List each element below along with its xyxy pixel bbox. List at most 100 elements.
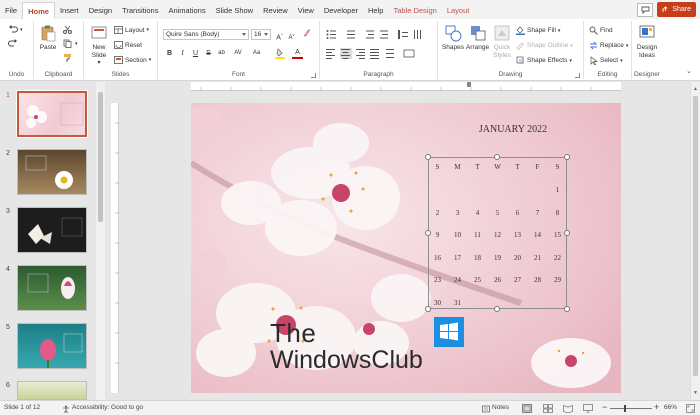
slide-scroll-thumb[interactable] (693, 96, 698, 376)
shapes-button[interactable]: Shapes (441, 24, 465, 51)
font-color-button[interactable]: A (292, 48, 303, 59)
increase-font-icon[interactable]: A^ (274, 29, 285, 41)
slide-thumbnail-4[interactable] (17, 265, 87, 311)
collapse-ribbon-icon[interactable]: ⌄ (686, 67, 692, 75)
calendar-day[interactable]: 13 (508, 231, 527, 239)
calendar-month-title[interactable]: JANUARY 2022 (463, 124, 563, 135)
calendar-day[interactable]: 29 (548, 276, 567, 284)
notes-button[interactable]: Notes (492, 404, 509, 411)
shape-fill-button[interactable]: Shape Fill ▾ (516, 26, 560, 35)
scroll-down-icon[interactable]: ▼ (693, 390, 698, 396)
calendar-day[interactable]: 6 (508, 209, 527, 217)
normal-view-icon[interactable] (522, 404, 532, 413)
slide-show-icon[interactable] (583, 404, 593, 413)
zoom-in-icon[interactable]: + (654, 402, 659, 412)
bold-button[interactable]: B (164, 48, 175, 59)
calendar-day[interactable]: 9 (428, 231, 447, 239)
reset-button[interactable]: Reset (114, 41, 142, 49)
resize-handle[interactable] (494, 154, 500, 160)
calendar-day[interactable]: 30 (428, 299, 447, 307)
paste-button[interactable]: Paste (37, 24, 59, 51)
resize-handle[interactable] (494, 306, 500, 312)
slide-thumbnail-6[interactable] (17, 381, 87, 400)
resize-handle[interactable] (425, 306, 431, 312)
calendar-day[interactable]: 11 (468, 231, 487, 239)
calendar-day[interactable]: 8 (548, 209, 567, 217)
calendar-day[interactable]: 17 (448, 254, 467, 262)
redo-button[interactable] (8, 39, 18, 48)
shape-outline-button[interactable]: Shape Outline ▾ (516, 41, 573, 50)
zoom-out-icon[interactable]: − (602, 402, 607, 412)
new-slide-button[interactable]: New Slide ▾ (87, 24, 111, 67)
format-painter-icon[interactable] (63, 53, 72, 62)
comments-icon[interactable] (637, 2, 654, 17)
underline-button[interactable]: U (190, 48, 201, 59)
zoom-level[interactable]: 66% (664, 404, 677, 411)
character-spacing-button[interactable]: AV (231, 48, 245, 59)
calendar-day[interactable]: 3 (448, 209, 467, 217)
slide-thumbnail-1[interactable] (16, 90, 88, 138)
calendar-day[interactable]: 31 (448, 299, 467, 307)
tab-view[interactable]: View (293, 2, 319, 19)
slide-scrollbar[interactable]: ▲ ▼ (690, 82, 700, 400)
change-case-button[interactable]: Aa (250, 48, 263, 59)
calendar-day[interactable]: 28 (528, 276, 547, 284)
design-ideas-button[interactable]: Design Ideas (634, 24, 660, 60)
calendar-day[interactable]: 18 (468, 254, 487, 262)
arrange-button[interactable]: Arrange (465, 24, 490, 51)
find-button[interactable]: Find (589, 26, 613, 35)
thumbnail-scrollbar[interactable] (96, 82, 105, 400)
share-button[interactable]: Share (657, 2, 696, 17)
zoom-slider-thumb[interactable] (624, 405, 626, 412)
calendar-day[interactable]: 4 (468, 209, 487, 217)
list-icons[interactable] (326, 29, 430, 40)
resize-handle[interactable] (425, 154, 431, 160)
calendar-day[interactable]: 2 (428, 209, 447, 217)
tab-design[interactable]: Design (84, 2, 117, 19)
reading-view-icon[interactable] (563, 404, 573, 413)
thumbnail-scroll-thumb[interactable] (98, 92, 103, 222)
calendar-day[interactable]: 1 (548, 186, 567, 194)
section-button[interactable]: Section ▾ (114, 56, 151, 64)
calendar-day[interactable]: 20 (508, 254, 527, 262)
calendar-day[interactable]: 21 (528, 254, 547, 262)
tab-insert[interactable]: Insert (55, 2, 84, 19)
calendar-day[interactable]: 14 (528, 231, 547, 239)
alignment-icons[interactable] (326, 48, 430, 59)
calendar-day[interactable]: 19 (488, 254, 507, 262)
calendar-day[interactable]: 23 (428, 276, 447, 284)
clear-formatting-icon[interactable] (301, 29, 312, 40)
strikethrough-button[interactable]: S (203, 48, 214, 59)
font-dialog-launcher-icon[interactable] (311, 73, 316, 78)
quick-styles-button[interactable]: Quick Styles (490, 24, 514, 60)
calendar-day[interactable]: 16 (428, 254, 447, 262)
calendar-day[interactable]: 24 (448, 276, 467, 284)
tab-transitions[interactable]: Transitions (117, 2, 163, 19)
drawing-dialog-launcher-icon[interactable] (575, 73, 580, 78)
zoom-slider-track[interactable] (610, 408, 652, 409)
calendar-day[interactable]: 26 (488, 276, 507, 284)
tab-review[interactable]: Review (258, 2, 293, 19)
shape-effects-button[interactable]: Shape Effects ▾ (516, 56, 572, 65)
tab-slide-show[interactable]: Slide Show (211, 2, 259, 19)
replace-button[interactable]: Replace ▾ (589, 41, 628, 50)
calendar-day[interactable]: 7 (528, 209, 547, 217)
scroll-up-icon[interactable]: ▲ (693, 86, 698, 92)
tab-file[interactable]: File (0, 2, 22, 19)
tab-animations[interactable]: Animations (163, 2, 210, 19)
calendar-day[interactable]: 15 (548, 231, 567, 239)
slide-thumbnail-3[interactable] (17, 207, 87, 253)
decrease-font-icon[interactable]: Av (286, 29, 297, 41)
font-size-select[interactable]: 16 (251, 29, 271, 40)
resize-handle[interactable] (564, 154, 570, 160)
tab-developer[interactable]: Developer (319, 2, 363, 19)
undo-button[interactable]: ▾ (8, 25, 23, 34)
calendar-day[interactable]: 12 (488, 231, 507, 239)
italic-button[interactable]: I (177, 48, 188, 59)
calendar-day[interactable]: 22 (548, 254, 567, 262)
slide-thumbnail-5[interactable] (17, 323, 87, 369)
calendar-day[interactable]: 25 (468, 276, 487, 284)
tab-table-design[interactable]: Table Design (388, 2, 441, 19)
select-button[interactable]: Select ▾ (589, 56, 623, 65)
font-family-select[interactable]: Quire Sans (Body) (163, 29, 249, 40)
